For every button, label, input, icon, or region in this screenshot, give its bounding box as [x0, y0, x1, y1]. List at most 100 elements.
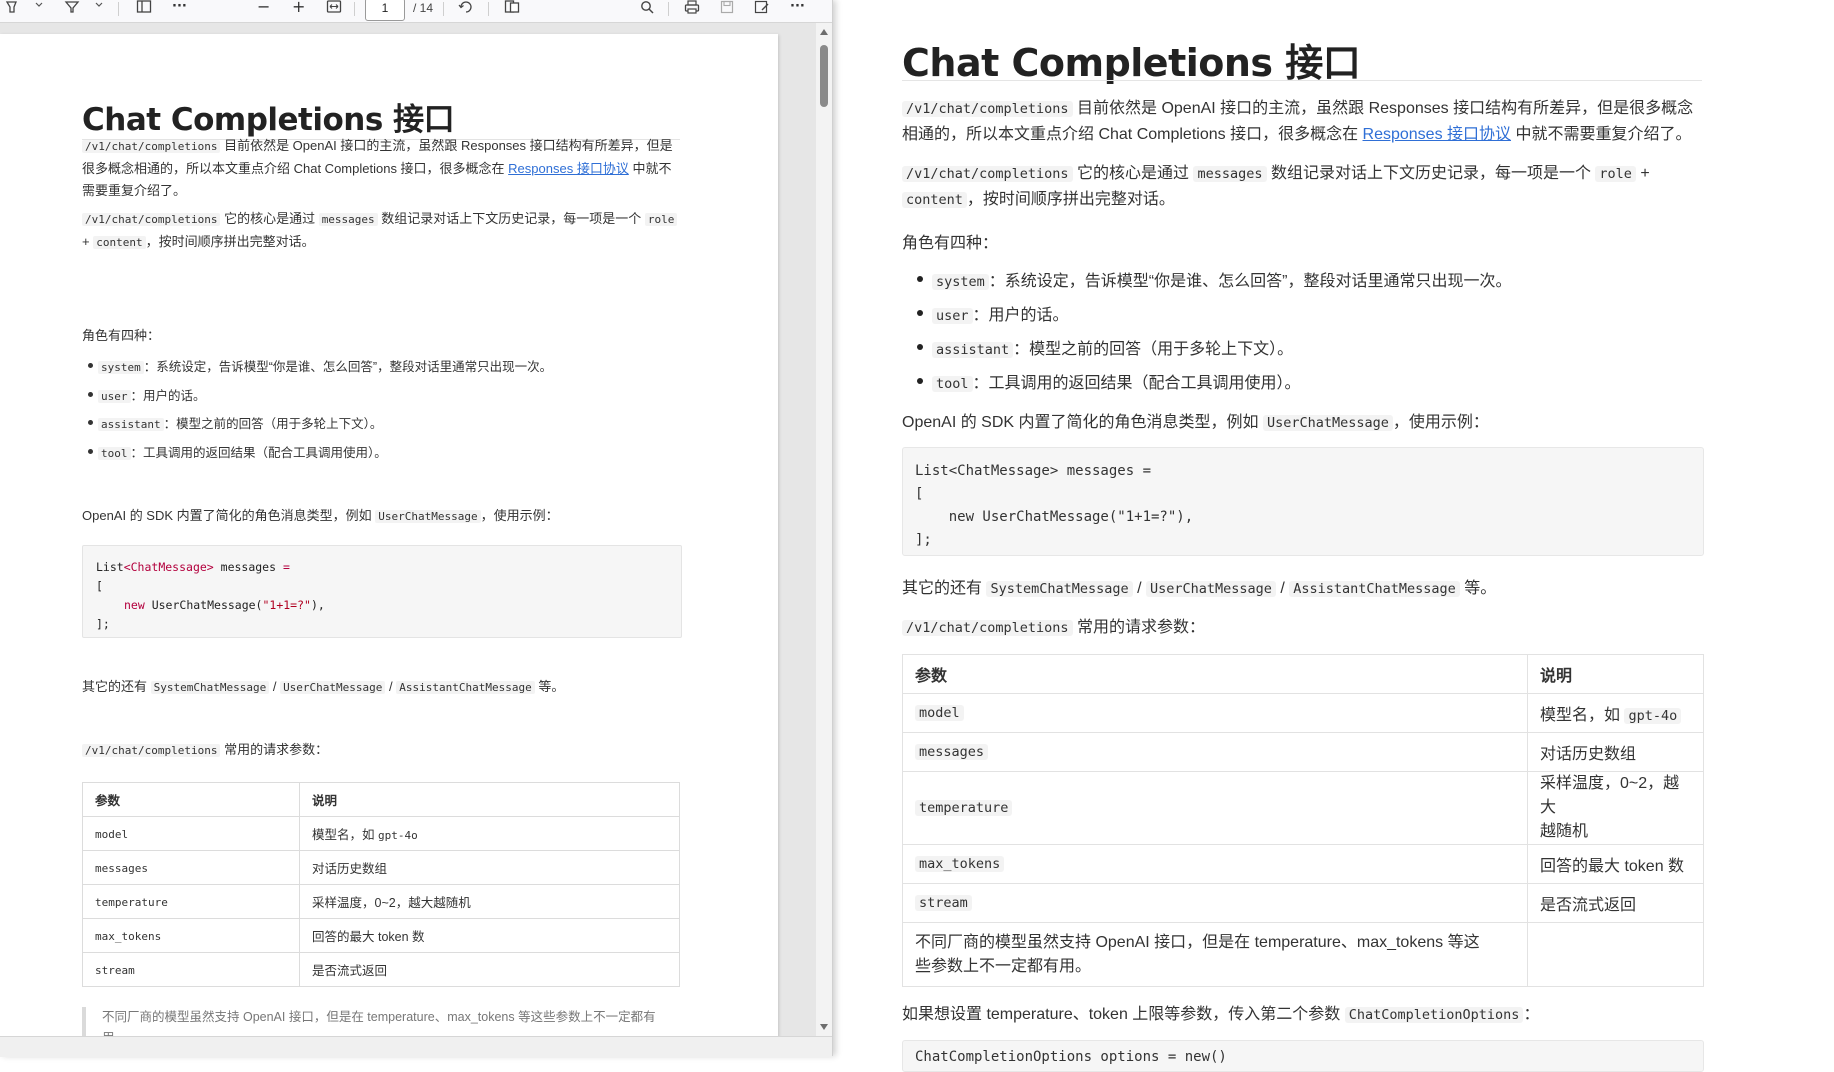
text: =	[282, 560, 290, 574]
table-row: stream 是否流式返回	[902, 883, 1704, 923]
chevron-down-icon[interactable]	[34, 0, 44, 20]
page-number-input[interactable]: 1	[365, 0, 405, 21]
table-header: 参数	[902, 654, 1528, 694]
text: new	[124, 598, 145, 612]
table-cell: 模型名，如 gpt-4o	[299, 816, 680, 851]
inline-code: /v1/chat/completions	[902, 620, 1073, 636]
table-cell: stream	[82, 952, 300, 987]
more-options-icon[interactable]: ···	[172, 0, 187, 20]
code-line: ChatCompletionOptions options = new()	[915, 1049, 1227, 1065]
search-icon[interactable]	[640, 0, 654, 20]
inline-code: messages	[95, 861, 148, 875]
zoom-in-button[interactable]: +	[292, 0, 305, 20]
page-title: Chat Completions 接口	[82, 102, 455, 138]
inline-code: user	[932, 308, 973, 324]
code-line: ];	[96, 617, 110, 631]
table-row: max_tokens 回答的最大 token 数	[902, 844, 1704, 884]
text: UserChatMessage(	[144, 598, 263, 612]
chevron-down-icon[interactable]	[94, 0, 104, 20]
text: List	[96, 560, 124, 574]
title-divider	[902, 80, 1702, 81]
text: 采样温度，0~2，越大	[1540, 775, 1680, 816]
list-item: tool ：工具调用的返回结果（配合工具调用使用）。	[88, 442, 387, 461]
zoom-out-button[interactable]: −	[257, 0, 270, 20]
text: 等。	[1459, 580, 1497, 597]
text: <ChatMessage>	[123, 560, 214, 574]
pdf-scrollbar[interactable]	[816, 23, 832, 1036]
text: 其它的还有	[82, 679, 151, 694]
print-icon[interactable]	[684, 0, 700, 20]
text: /	[269, 679, 281, 694]
text: ),	[310, 598, 325, 612]
note-text: 不同厂商的模型虽然支持 OpenAI 接口，但是在 temperature、ma…	[102, 1010, 656, 1036]
responses-link[interactable]: Responses 接口协议	[508, 161, 629, 176]
table-row: temperature 采样温度，0~2，越大越随机	[82, 884, 680, 919]
pdf-toolbar: ··· − + 1 / 14 ···	[0, 0, 832, 23]
text: ，按时间顺序拼出完整对话。	[966, 191, 1175, 208]
text: ：模型之前的回答（用于多轮上下文）。	[1013, 341, 1294, 358]
text: 常用的请求参数：	[220, 742, 329, 757]
table-cell: max_tokens	[82, 918, 300, 953]
table-row: temperature 采样温度，0~2，越大越随机	[902, 771, 1704, 845]
inline-code: /v1/chat/completions	[902, 166, 1073, 182]
table-header-row: 参数 说明	[902, 654, 1704, 694]
params-paragraph: /v1/chat/completions 常用的请求参数：	[902, 613, 1205, 637]
table-header: 参数	[82, 782, 300, 817]
pdf-viewer-window: ··· − + 1 / 14 ··· Chat Completions 接口 /…	[0, 0, 833, 1057]
highlight-tool-icon[interactable]	[4, 0, 20, 20]
inline-code: content	[93, 236, 146, 249]
text: +	[82, 234, 94, 249]
save-as-icon[interactable]	[754, 0, 770, 20]
table-cell: max_tokens	[902, 844, 1528, 884]
responses-link[interactable]: Responses 接口协议	[1363, 126, 1512, 143]
text: ，使用示例：	[480, 508, 559, 523]
list-item: user ：用户的话。	[917, 301, 1069, 325]
text: 模型名，如	[312, 828, 378, 842]
scroll-down-icon[interactable]	[820, 1024, 828, 1030]
page-view-icon[interactable]	[504, 0, 520, 20]
scroll-up-icon[interactable]	[820, 29, 828, 35]
table-cell: 采样温度，0~2，越大越随机	[299, 884, 680, 919]
code-line: List<ChatMessage> messages =	[915, 463, 1152, 479]
code-line: [	[96, 579, 103, 593]
filter-draw-icon[interactable]	[64, 0, 80, 20]
inline-code: AssistantChatMessage	[396, 681, 535, 694]
code-line: ];	[915, 532, 932, 548]
inline-code: gpt-4o	[377, 829, 418, 842]
text: ：系统设定，告诉模型“你是谁、怎么回答”，整段对话里通常只出现一次。	[988, 273, 1512, 290]
text-box-icon[interactable]	[136, 0, 152, 20]
code-line: [	[915, 486, 924, 502]
table-cell: 是否流式返回	[1527, 883, 1704, 923]
inline-code: UserChatMessage	[280, 681, 386, 694]
intro-paragraph: /v1/chat/completions 目前依然是 OpenAI 接口的主流，…	[902, 96, 1706, 148]
text: /	[1275, 580, 1290, 597]
inline-code: user	[98, 390, 131, 403]
inline-code: role	[1595, 166, 1636, 182]
scrollbar-thumb[interactable]	[820, 45, 828, 107]
code-line: new UserChatMessage("1+1=?"),	[915, 509, 1194, 525]
pdf-document-area[interactable]: Chat Completions 接口 /v1/chat/completions…	[0, 23, 816, 1036]
inline-code: UserChatMessage	[1145, 581, 1276, 597]
text: 些参数上不一定都有用。	[915, 957, 1092, 975]
markdown-preview-pane[interactable]: Chat Completions 接口 /v1/chat/completions…	[833, 0, 1834, 1072]
inline-code: role	[644, 213, 678, 226]
more-options-icon[interactable]: ···	[790, 0, 805, 20]
text: 中就不需要重复介绍了。	[1511, 126, 1692, 143]
inline-code: model	[915, 705, 964, 721]
others-paragraph: 其它的还有 SystemChatMessage / UserChatMessag…	[82, 676, 564, 695]
fit-width-icon[interactable]	[326, 0, 342, 20]
bullet	[88, 449, 93, 454]
inline-code: SystemChatMessage	[150, 681, 270, 694]
text: 不同厂商的模型虽然支持 OpenAI 接口，但是在 temperature、ma…	[915, 933, 1480, 951]
text: OpenAI 的 SDK 内置了简化的角色消息类型，例如	[902, 414, 1263, 431]
inline-code: max_tokens	[95, 929, 162, 943]
text: 模型名，如	[1540, 707, 1625, 724]
table-cell: model	[902, 693, 1528, 733]
text: 它的核心是通过	[1072, 165, 1194, 182]
toolbar-divider	[443, 2, 444, 16]
text: 其它的还有	[902, 580, 987, 597]
params-table: 参数 说明 model 模型名，如 gpt-4o messages 对话历史数组 te…	[902, 654, 1704, 987]
code-block: List<ChatMessage> messages = [ new UserC…	[82, 545, 682, 638]
rotate-icon[interactable]	[458, 0, 474, 20]
list-item: system ：系统设定，告诉模型“你是谁、怎么回答”，整段对话里通常只出现一次。	[88, 356, 552, 375]
